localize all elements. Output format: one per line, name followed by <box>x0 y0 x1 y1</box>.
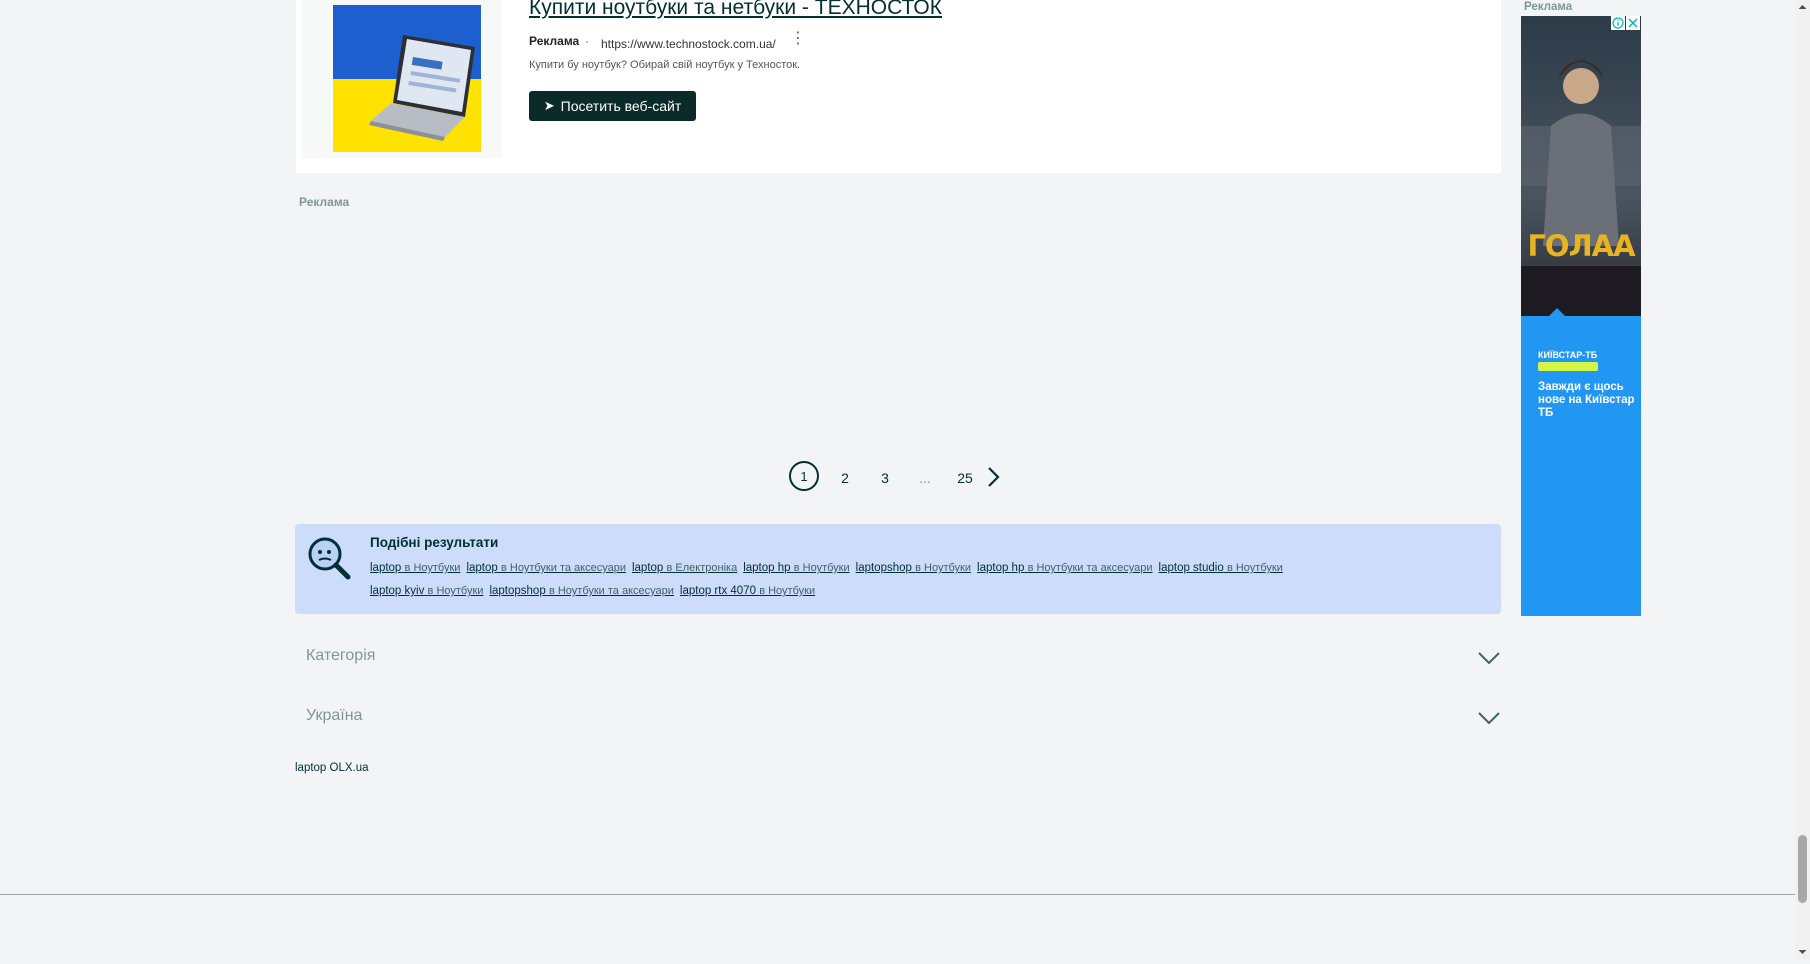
side-banner-ad[interactable]: ГОЛАА КИЇВСТАР-ТБ Завжди є щось нове на … <box>1521 16 1641 616</box>
page-ellipsis: ... <box>919 470 931 486</box>
visit-website-button[interactable]: ➤ Посетить веб-сайт <box>529 91 696 121</box>
more-vertical-icon[interactable]: ⋮ <box>790 31 806 47</box>
similar-result-category: в Ноутбуки <box>793 562 850 574</box>
similar-result-link[interactable]: laptop kyiv в Ноутбуки <box>370 585 483 597</box>
side-ad-text: Завжди є щось нове на Київстар ТБ <box>1538 381 1635 419</box>
similar-result-link[interactable]: laptopshop в Ноутбуки <box>856 562 971 574</box>
similar-result-link[interactable]: laptop в Ноутбуки та аксесуари <box>466 562 626 574</box>
chevron-right-icon[interactable] <box>985 466 1001 488</box>
scroll-up-arrow-icon[interactable] <box>1795 0 1810 14</box>
similar-result-link[interactable]: laptop studio в Ноутбуки <box>1159 562 1283 574</box>
similar-result-link[interactable]: laptop hp в Ноутбуки та аксесуари <box>977 562 1153 574</box>
visit-website-label: Посетить веб-сайт <box>560 98 682 114</box>
similar-result-query: laptop hp <box>977 562 1025 574</box>
similar-result-category: в Ноутбуки <box>915 562 972 574</box>
search-face-icon <box>306 535 352 581</box>
similar-result-category: в Ноутбуки та аксесуари <box>501 562 626 574</box>
ad-section-label: Реклама <box>299 195 350 209</box>
similar-result-link[interactable]: laptop hp в Ноутбуки <box>743 562 849 574</box>
similar-result-link[interactable]: laptop в Електроніка <box>632 562 737 574</box>
footer-breadcrumb-link[interactable]: laptop OLX.ua <box>295 762 369 774</box>
similar-results-title: Подібні результати <box>370 535 499 550</box>
page-2[interactable]: 2 <box>835 462 855 494</box>
ad-thumbnail-image[interactable] <box>333 5 481 152</box>
similar-result-category: в Ноутбуки <box>404 562 461 574</box>
similar-result-query: laptop hp <box>743 562 791 574</box>
similar-result-link[interactable]: laptop rtx 4070 в Ноутбуки <box>680 585 815 597</box>
similar-result-query: laptopshop <box>489 585 546 597</box>
ad-description: Купити бу ноутбук? Обирай свій ноутбук у… <box>529 59 801 71</box>
page-3[interactable]: 3 <box>875 462 895 494</box>
similar-result-query: laptop studio <box>1158 562 1224 574</box>
region-accordion-label: Україна <box>306 707 363 724</box>
similar-result-category: в Ноутбуки та аксесуари <box>548 585 674 597</box>
arrow-right-icon: ➤ <box>543 98 555 113</box>
side-ad-poster-title: ГОЛАА <box>1527 229 1635 263</box>
similar-result-query: laptopshop <box>855 562 912 574</box>
scrollbar-thumb[interactable] <box>1798 835 1807 903</box>
ad-url[interactable]: https://www.technostock.com.ua/ <box>601 37 776 51</box>
similar-result-category: в Ноутбуки <box>427 585 484 597</box>
similar-results-row-1: laptop в Ноутбуки laptop в Ноутбуки та ак… <box>370 562 1289 574</box>
ad-separator: · <box>585 34 589 48</box>
similar-results-row-2: laptop kyiv в Ноутбуки laptopshop в Ноутб… <box>370 585 821 597</box>
chevron-down-icon <box>1477 708 1501 728</box>
side-ad-badge <box>1538 362 1598 371</box>
scroll-down-arrow-icon[interactable] <box>1795 945 1810 959</box>
similar-result-query: laptop <box>631 562 664 574</box>
similar-result-query: laptop kyiv <box>370 585 425 597</box>
similar-result-category: в Ноутбуки <box>1226 562 1283 574</box>
similar-result-category: в Ноутбуки <box>759 585 816 597</box>
scrollbar-track[interactable] <box>1795 0 1810 959</box>
similar-result-query: laptop rtx 4070 <box>679 585 756 597</box>
chevron-down-icon <box>1477 648 1501 668</box>
similar-result-query: laptop <box>370 562 402 574</box>
similar-result-category: в Ноутбуки та аксесуари <box>1027 562 1153 574</box>
similar-result-category: в Електроніка <box>666 562 738 574</box>
close-icon[interactable] <box>1626 16 1640 30</box>
similar-result-link[interactable]: laptop в Ноутбуки <box>370 562 460 574</box>
footer-area <box>0 895 1795 959</box>
side-ad-brand: КИЇВСТАР-ТБ <box>1538 350 1598 360</box>
page-25[interactable]: 25 <box>953 462 977 494</box>
ad-title-link[interactable]: Купити ноутбуки та нетбуки - ТЕХНОСТОК <box>529 0 942 20</box>
similar-result-link[interactable]: laptopshop в Ноутбуки та аксесуари <box>489 585 673 597</box>
info-icon[interactable] <box>1611 16 1625 30</box>
category-accordion-label: Категорія <box>306 647 376 664</box>
page-1-current[interactable]: 1 <box>789 461 819 491</box>
side-ad-poster: ГОЛАА <box>1521 16 1641 316</box>
region-accordion[interactable]: Україна <box>295 696 1501 740</box>
category-accordion[interactable]: Категорія <box>295 636 1501 680</box>
similar-result-query: laptop <box>466 562 498 574</box>
ad-label: Реклама <box>529 34 580 48</box>
side-ad-label: Реклама <box>1524 1 1573 13</box>
